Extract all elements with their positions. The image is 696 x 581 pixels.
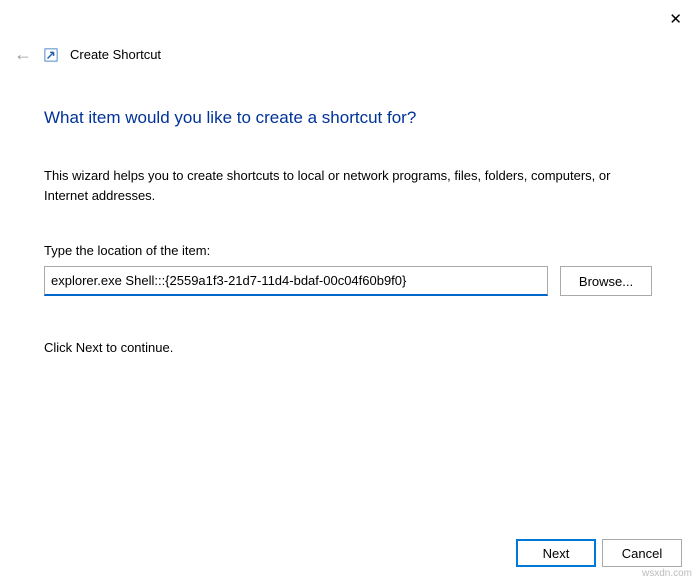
- location-label: Type the location of the item:: [44, 243, 652, 258]
- back-arrow-icon[interactable]: ←: [14, 44, 32, 65]
- wizard-header: ← Create Shortcut: [14, 44, 161, 65]
- wizard-description: This wizard helps you to create shortcut…: [44, 166, 652, 205]
- watermark: wsxdn.com: [642, 568, 692, 579]
- location-input[interactable]: [44, 266, 548, 296]
- wizard-title: Create Shortcut: [70, 47, 161, 62]
- next-button[interactable]: Next: [516, 539, 596, 567]
- cancel-button[interactable]: Cancel: [602, 539, 682, 567]
- close-button[interactable]: ✕: [669, 10, 682, 28]
- shortcut-arrow-icon: [44, 48, 58, 62]
- browse-button[interactable]: Browse...: [560, 266, 652, 296]
- location-row: Browse...: [44, 266, 652, 296]
- wizard-content: What item would you like to create a sho…: [44, 108, 652, 355]
- page-heading: What item would you like to create a sho…: [44, 108, 652, 128]
- wizard-footer: Next Cancel: [516, 539, 682, 567]
- continue-instruction: Click Next to continue.: [44, 340, 652, 355]
